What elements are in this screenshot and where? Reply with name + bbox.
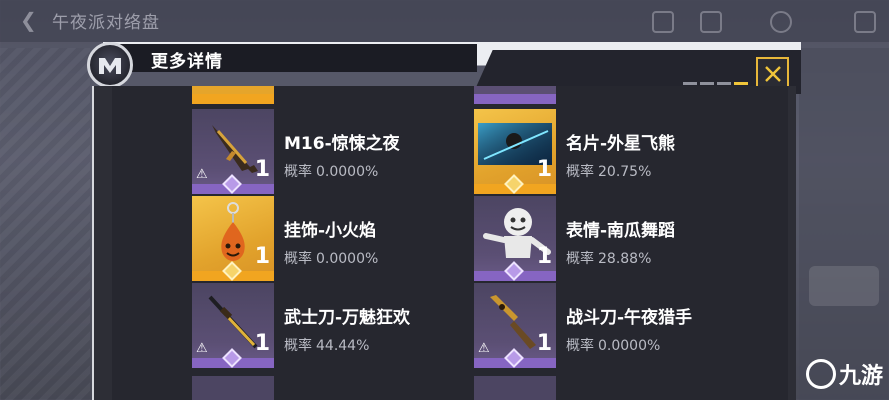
item-probability: 概率 0.0000% (566, 335, 660, 355)
watermark-logo-icon (806, 359, 836, 389)
probability-value: 20.75% (598, 164, 652, 180)
details-dialog: 更多详情 ⚠ 1 M16-惊悚之夜 概率 0.0000% 1 名片-外星飞熊 概… (83, 34, 801, 400)
probability-value: 0.0000% (598, 338, 661, 354)
list-item[interactable]: 1 挂饰-小火焰 概率 0.0000% (192, 196, 442, 281)
item-quantity: 1 (254, 331, 270, 356)
probability-label: 概率 (566, 338, 594, 354)
list-item[interactable]: ⚠ 1 武士刀-万魅狂欢 概率 44.44% (192, 283, 442, 368)
photo-icon[interactable] (652, 11, 674, 33)
currency-icon[interactable] (770, 11, 792, 33)
list-item-cropped (474, 86, 556, 104)
background-title: 午夜派对络盘 (52, 13, 160, 33)
item-thumbnail: ⚠ 1 (192, 109, 274, 194)
item-probability: 概率 0.0000% (284, 248, 378, 268)
dialog-body: ⚠ 1 M16-惊悚之夜 概率 0.0000% 1 名片-外星飞熊 概率 20.… (92, 86, 796, 400)
add-icon[interactable] (700, 11, 722, 33)
item-thumbnail: ⚠ 1 (474, 283, 556, 368)
probability-label: 概率 (566, 251, 594, 267)
list-item[interactable]: ⚠ 1 M16-惊悚之夜 概率 0.0000% (192, 109, 442, 194)
page-dot (700, 82, 714, 85)
watermark: 九游 (806, 358, 883, 390)
item-name: 武士刀-万魅狂欢 (284, 308, 411, 328)
probability-label: 概率 (284, 338, 312, 354)
game-logo-icon (87, 42, 133, 88)
list-item[interactable]: 1 表情-南瓜舞蹈 概率 28.88% (474, 196, 724, 281)
dialog-title: 更多详情 (151, 52, 223, 72)
close-icon (764, 65, 781, 82)
item-probability: 概率 28.88% (566, 248, 651, 268)
probability-value: 28.88% (598, 251, 652, 267)
item-quantity: 1 (254, 157, 270, 182)
item-name: M16-惊悚之夜 (284, 134, 400, 154)
probability-value: 0.0000% (316, 164, 379, 180)
list-item[interactable]: ⚠ 1 战斗刀-午夜猎手 概率 0.0000% (474, 283, 724, 368)
list-item-cropped (474, 376, 556, 400)
item-quantity: 1 (536, 157, 552, 182)
probability-label: 概率 (284, 164, 312, 180)
list-item-cropped (192, 376, 274, 400)
weapon-type-icon: ⚠ (196, 167, 208, 182)
item-thumbnail: ⚠ 1 (192, 283, 274, 368)
back-arrow-icon[interactable]: ❮ (20, 8, 37, 32)
item-quantity: 1 (254, 244, 270, 269)
probability-value: 44.44% (316, 338, 370, 354)
item-thumbnail: 1 (474, 109, 556, 194)
add-currency-icon[interactable] (854, 11, 876, 33)
list-item[interactable]: 1 名片-外星飞熊 概率 20.75% (474, 109, 724, 194)
item-probability: 概率 20.75% (566, 161, 651, 181)
item-quantity: 1 (536, 244, 552, 269)
weapon-type-icon: ⚠ (196, 341, 208, 356)
item-name: 挂饰-小火焰 (284, 221, 377, 241)
background-left-panel (0, 48, 90, 400)
page-dot (683, 82, 697, 85)
item-name: 名片-外星飞熊 (566, 134, 676, 154)
background-card (809, 266, 879, 306)
item-name: 表情-南瓜舞蹈 (566, 221, 676, 241)
weapon-type-icon: ⚠ (478, 341, 490, 356)
probability-value: 0.0000% (316, 251, 379, 267)
reward-list[interactable]: ⚠ 1 M16-惊悚之夜 概率 0.0000% 1 名片-外星飞熊 概率 20.… (112, 86, 788, 400)
item-probability: 概率 44.44% (284, 335, 369, 355)
watermark-text: 九游 (839, 363, 884, 389)
page-dot-active (734, 82, 748, 85)
page-indicator (683, 82, 748, 85)
item-probability: 概率 0.0000% (284, 161, 378, 181)
item-thumbnail: 1 (474, 196, 556, 281)
item-quantity: 1 (536, 331, 552, 356)
background-right-panel (799, 48, 889, 400)
item-thumbnail: 1 (192, 196, 274, 281)
probability-label: 概率 (566, 164, 594, 180)
probability-label: 概率 (284, 251, 312, 267)
list-item-cropped (192, 86, 274, 104)
page-dot (717, 82, 731, 85)
item-name: 战斗刀-午夜猎手 (566, 308, 693, 328)
